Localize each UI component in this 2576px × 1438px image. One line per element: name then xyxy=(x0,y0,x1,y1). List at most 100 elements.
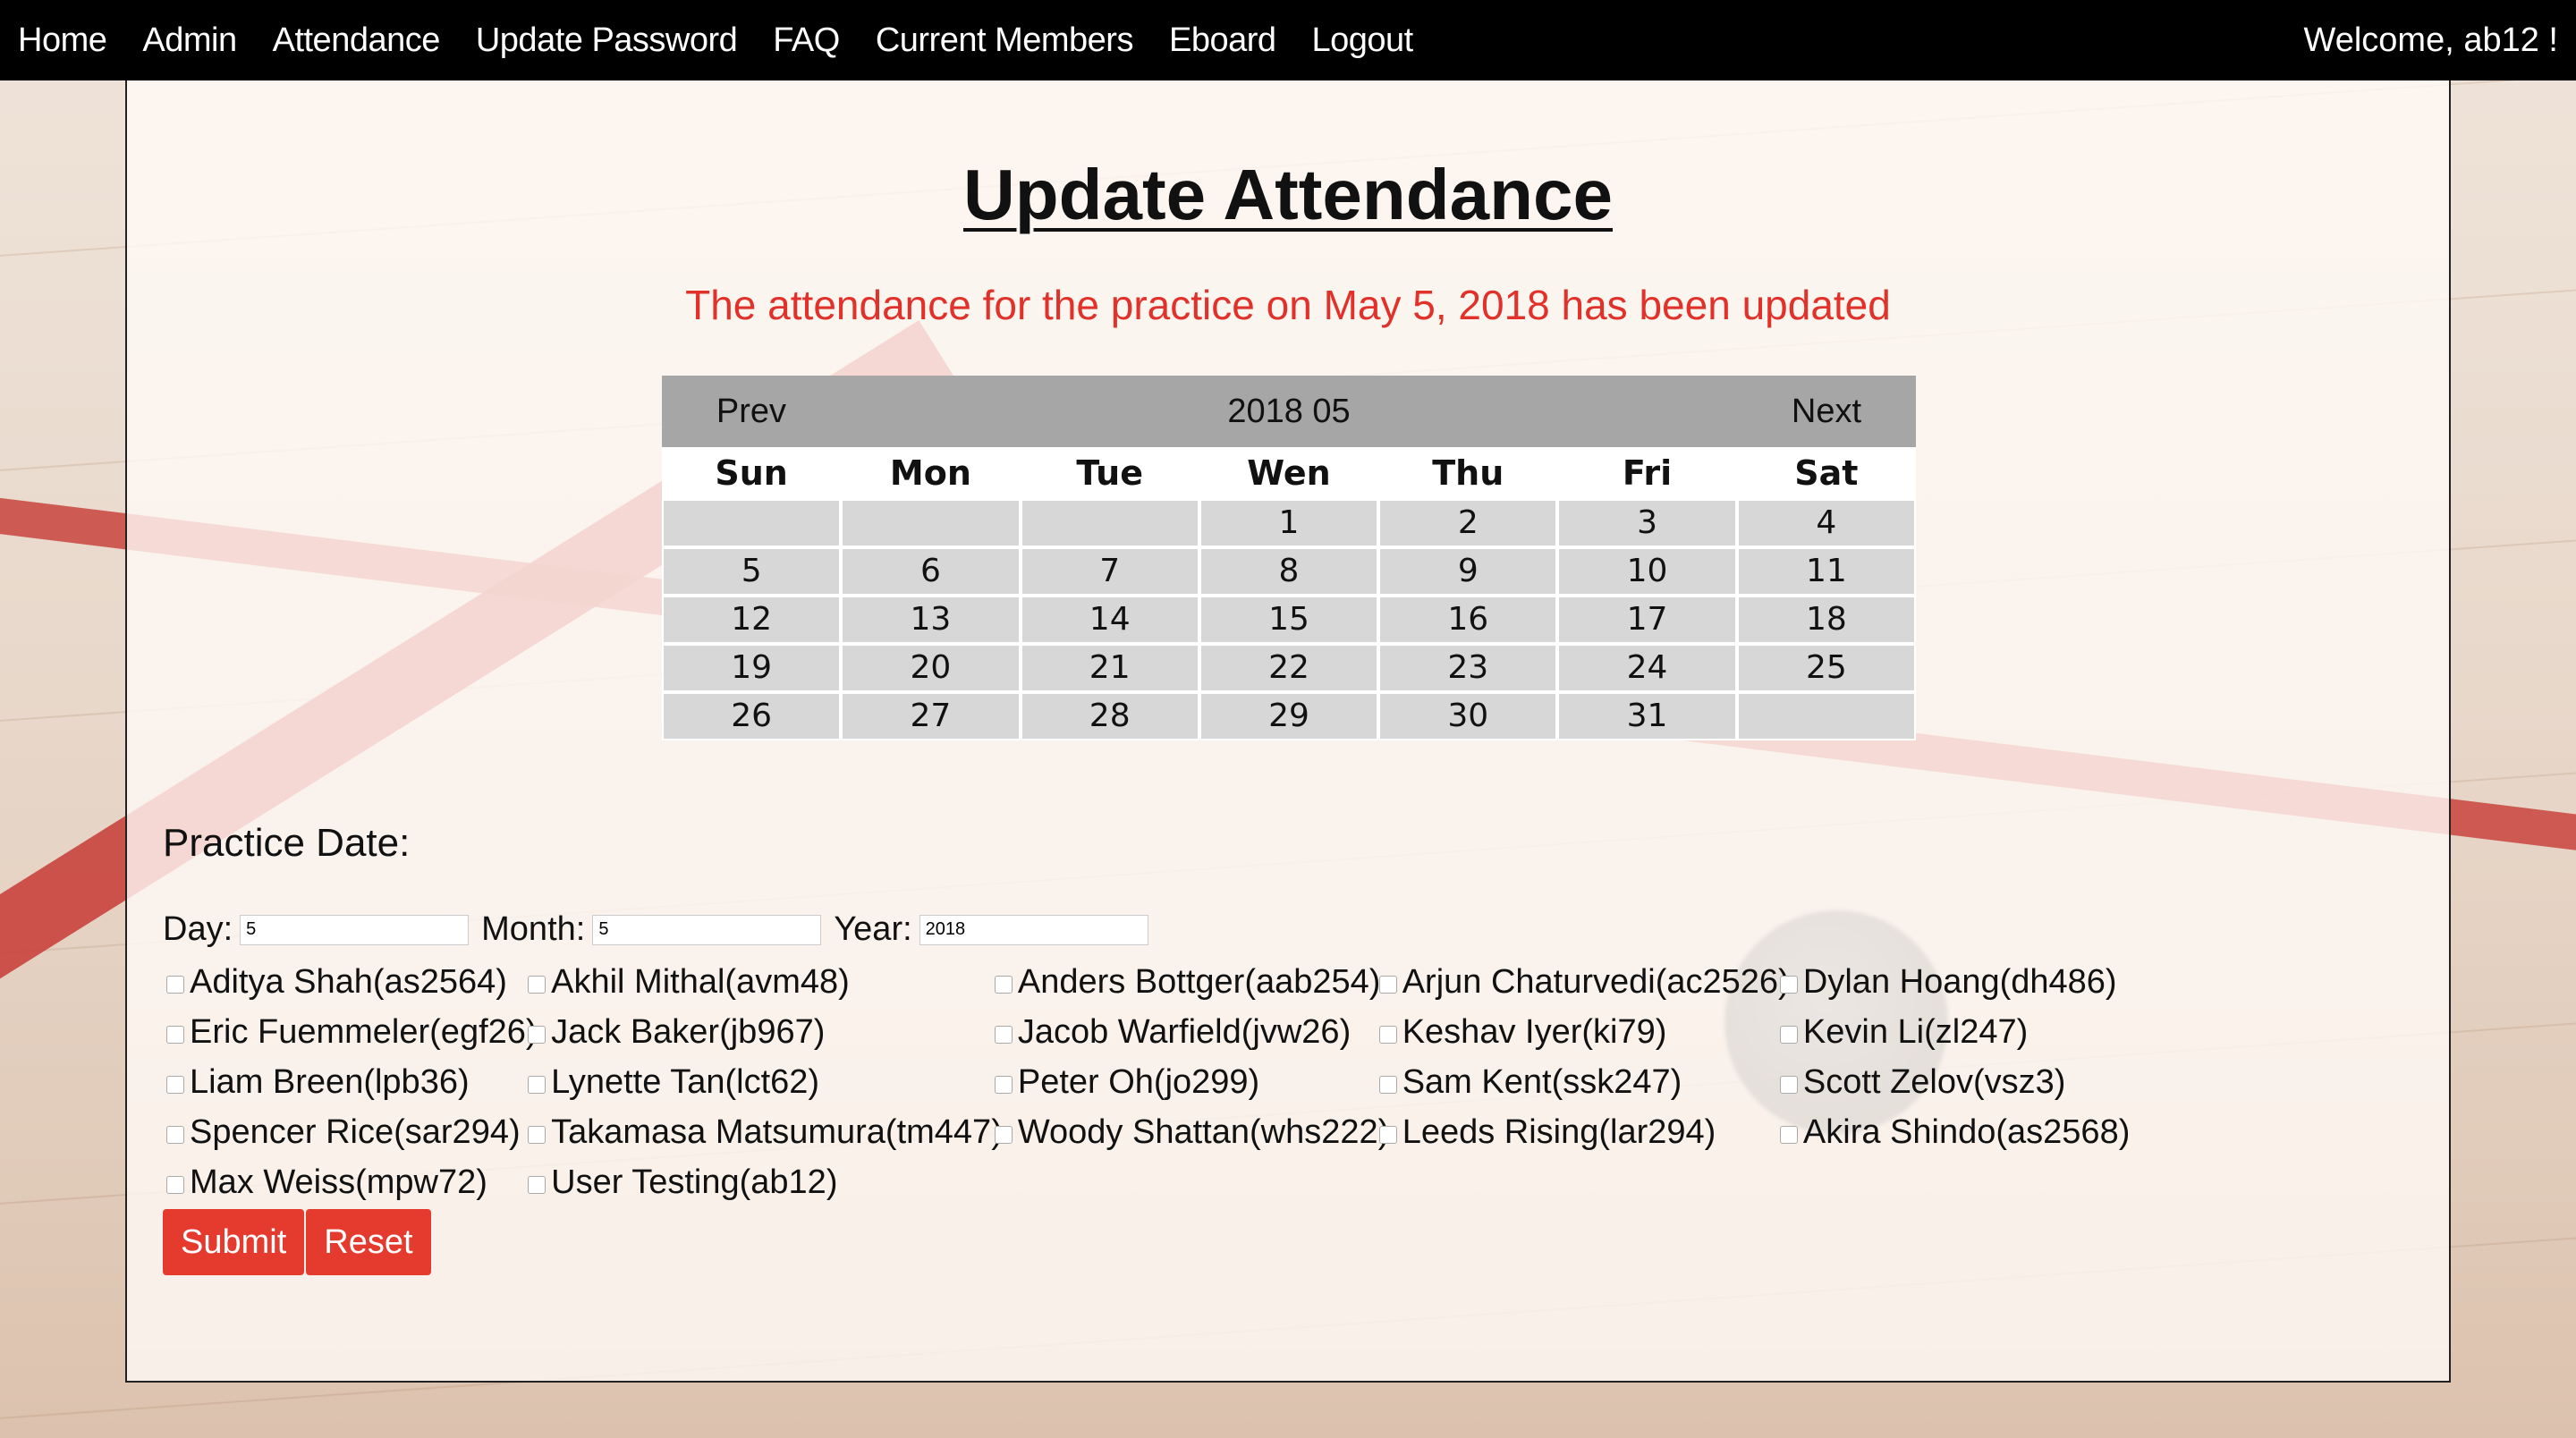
calendar-day-cell[interactable]: 4 xyxy=(1738,501,1914,546)
calendar-day-cell[interactable]: 30 xyxy=(1380,694,1556,739)
member-checkbox[interactable] xyxy=(528,1076,547,1094)
member-checkbox[interactable] xyxy=(166,1176,184,1194)
member-checkbox[interactable] xyxy=(166,1126,184,1144)
calendar-day-cell[interactable]: 26 xyxy=(664,694,840,739)
member-checkbox-item[interactable]: Lynette Tan(lct62) xyxy=(528,1057,819,1107)
calendar-day-cell[interactable]: 28 xyxy=(1021,694,1198,739)
member-checkbox[interactable] xyxy=(1779,1076,1798,1094)
member-checkbox[interactable] xyxy=(1378,976,1397,994)
member-checkbox-item[interactable]: Keshav Iyer(ki79) xyxy=(1378,1007,1666,1057)
calendar-day-cell[interactable]: 18 xyxy=(1738,597,1914,642)
member-checkbox[interactable] xyxy=(1779,976,1798,994)
member-checkbox-item[interactable]: Woody Shattan(whs222) xyxy=(994,1107,1389,1157)
calendar-day-cell[interactable]: 2 xyxy=(1380,501,1556,546)
calendar-day-cell[interactable]: 8 xyxy=(1200,549,1377,594)
member-checkbox[interactable] xyxy=(528,1126,547,1144)
calendar-day-cell[interactable]: 23 xyxy=(1380,646,1556,690)
calendar-day-cell[interactable]: 27 xyxy=(843,694,1019,739)
member-checkbox-item[interactable]: Eric Fuemmeler(egf26) xyxy=(166,1007,538,1057)
calendar-day-cell[interactable]: 29 xyxy=(1200,694,1377,739)
calendar-day-cell[interactable]: 9 xyxy=(1380,549,1556,594)
member-checkbox-item[interactable]: Sam Kent(ssk247) xyxy=(1378,1057,1682,1107)
nav-logout[interactable]: Logout xyxy=(1312,21,1414,60)
member-name: Sam Kent(ssk247) xyxy=(1402,1062,1682,1101)
calendar-day-cell[interactable]: 16 xyxy=(1380,597,1556,642)
nav-admin[interactable]: Admin xyxy=(142,21,237,60)
member-checkbox-item[interactable]: User Testing(ab12) xyxy=(528,1157,837,1207)
member-checkbox-item[interactable]: Aditya Shah(as2564) xyxy=(166,957,507,1007)
member-checkbox-item[interactable]: Scott Zelov(vsz3) xyxy=(1779,1057,2065,1107)
member-checkbox[interactable] xyxy=(528,976,547,994)
calendar-day-cell[interactable]: 3 xyxy=(1559,501,1735,546)
nav-current-members[interactable]: Current Members xyxy=(876,21,1134,60)
month-label: Month: xyxy=(481,910,586,948)
member-checkbox-item[interactable]: Dylan Hoang(dh486) xyxy=(1779,957,2117,1007)
calendar-day-cell[interactable]: 6 xyxy=(843,549,1019,594)
member-checkbox-item[interactable]: Jack Baker(jb967) xyxy=(528,1007,825,1057)
calendar-day-cell[interactable]: 25 xyxy=(1738,646,1914,690)
member-checkbox[interactable] xyxy=(528,1176,547,1194)
calendar-day-cell[interactable]: 24 xyxy=(1559,646,1735,690)
member-checkbox[interactable] xyxy=(166,1026,184,1044)
member-checkbox-item[interactable]: Akira Shindo(as2568) xyxy=(1779,1107,2130,1157)
day-input[interactable] xyxy=(240,914,470,945)
member-checkbox[interactable] xyxy=(166,1076,184,1094)
calendar-day-cell[interactable]: 12 xyxy=(664,597,840,642)
calendar-day-cell[interactable]: 20 xyxy=(843,646,1019,690)
submit-button[interactable]: Submit xyxy=(163,1209,305,1275)
member-checkbox-item[interactable]: Liam Breen(lpb36) xyxy=(166,1057,470,1107)
member-checkbox-item[interactable]: Akhil Mithal(avm48) xyxy=(528,957,850,1007)
nav-eboard[interactable]: Eboard xyxy=(1169,21,1276,60)
calendar-next-link[interactable]: Next xyxy=(1737,393,1916,431)
calendar-day-cell[interactable]: 1 xyxy=(1200,501,1377,546)
calendar-day-cell[interactable]: 21 xyxy=(1021,646,1198,690)
calendar-day-cell[interactable]: 13 xyxy=(843,597,1019,642)
calendar-header: Prev 2018 05 Next xyxy=(662,376,1916,447)
member-checkbox-item[interactable]: Arjun Chaturvedi(ac2526) xyxy=(1378,957,1790,1007)
reset-button[interactable]: Reset xyxy=(306,1209,431,1275)
member-row: Liam Breen(lpb36) Lynette Tan(lct62) Peter… xyxy=(166,1057,2224,1107)
calendar-day-cell[interactable]: 15 xyxy=(1200,597,1377,642)
member-checkbox[interactable] xyxy=(994,1076,1013,1094)
calendar-day-cell[interactable]: 14 xyxy=(1021,597,1198,642)
weekday-label: Tue xyxy=(1076,453,1143,493)
member-checkbox[interactable] xyxy=(994,976,1013,994)
member-checkbox-item[interactable]: Kevin Li(zl247) xyxy=(1779,1007,2028,1057)
calendar-empty-cell xyxy=(1738,694,1914,739)
member-name: Aditya Shah(as2564) xyxy=(190,962,507,1001)
member-checkbox[interactable] xyxy=(1378,1026,1397,1044)
member-checkbox-item[interactable]: Anders Bottger(aab254) xyxy=(994,957,1380,1007)
calendar-day-cell[interactable]: 17 xyxy=(1559,597,1735,642)
calendar-day-cell[interactable]: 19 xyxy=(664,646,840,690)
calendar-prev-link[interactable]: Prev xyxy=(662,393,841,431)
member-checkbox[interactable] xyxy=(1378,1126,1397,1144)
member-checkbox-item[interactable]: Leeds Rising(lar294) xyxy=(1378,1107,1716,1157)
nav-home[interactable]: Home xyxy=(18,21,107,60)
member-name: Spencer Rice(sar294) xyxy=(190,1112,521,1151)
nav-faq[interactable]: FAQ xyxy=(773,21,840,60)
member-checkbox[interactable] xyxy=(1378,1076,1397,1094)
nav-update-password[interactable]: Update Password xyxy=(476,21,738,60)
year-input[interactable] xyxy=(919,914,1148,945)
member-checkbox[interactable] xyxy=(166,976,184,994)
calendar-day-cell[interactable]: 22 xyxy=(1200,646,1377,690)
member-checkbox[interactable] xyxy=(994,1026,1013,1044)
member-checkbox-item[interactable]: Jacob Warfield(jvw26) xyxy=(994,1007,1351,1057)
member-checkbox[interactable] xyxy=(528,1026,547,1044)
calendar-day-cell[interactable]: 11 xyxy=(1738,549,1914,594)
month-input[interactable] xyxy=(592,914,822,945)
member-checkbox-item[interactable]: Peter Oh(jo299) xyxy=(994,1057,1260,1107)
nav-attendance[interactable]: Attendance xyxy=(273,21,441,60)
member-checkbox-item[interactable]: Spencer Rice(sar294) xyxy=(166,1107,521,1157)
member-name: Peter Oh(jo299) xyxy=(1017,1062,1260,1101)
member-checkbox[interactable] xyxy=(994,1126,1013,1144)
calendar-day-cell[interactable]: 10 xyxy=(1559,549,1735,594)
calendar-day-cell[interactable]: 7 xyxy=(1021,549,1198,594)
member-name: Takamasa Matsumura(tm447) xyxy=(551,1112,1003,1151)
calendar-day-cell[interactable]: 5 xyxy=(664,549,840,594)
member-checkbox[interactable] xyxy=(1779,1126,1798,1144)
member-checkbox-item[interactable]: Max Weiss(mpw72) xyxy=(166,1157,487,1207)
member-checkbox[interactable] xyxy=(1779,1026,1798,1044)
calendar-day-cell[interactable]: 31 xyxy=(1559,694,1735,739)
member-checkbox-item[interactable]: Takamasa Matsumura(tm447) xyxy=(528,1107,1003,1157)
